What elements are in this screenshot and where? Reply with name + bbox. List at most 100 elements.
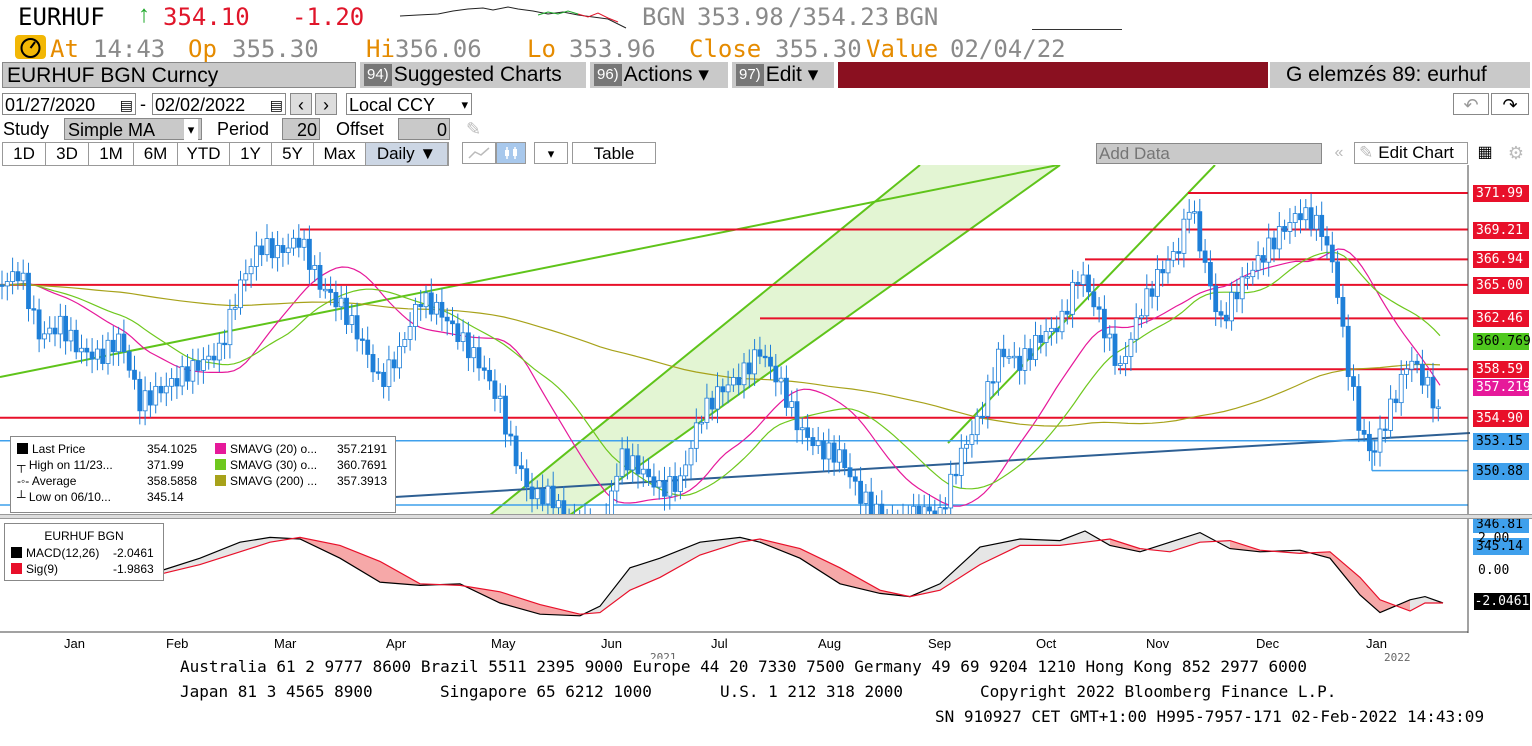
- currency-select[interactable]: Local CCY ▾: [346, 93, 472, 115]
- pencil-icon[interactable]: ✎: [466, 118, 481, 140]
- edit-menu[interactable]: 97) Edit ▾: [732, 62, 834, 88]
- candle-body: [137, 378, 143, 412]
- year-label-2022: 2022: [1384, 651, 1411, 661]
- chart-legend[interactable]: Last Price 354.1025 ┬ High on 11/23... 3…: [10, 436, 396, 513]
- high-marker-icon: ┬: [17, 458, 29, 472]
- candle-body: [847, 467, 853, 478]
- offset-input[interactable]: 0: [398, 118, 450, 140]
- candle-body: [953, 473, 959, 477]
- candle-body: [640, 468, 646, 475]
- macd-legend[interactable]: EURHUF BGN MACD(12,26) -2.0461 Sig(9) -1…: [4, 523, 164, 581]
- macd-line: [159, 530, 1444, 617]
- month-label: Oct: [1036, 636, 1057, 651]
- macd-chart[interactable]: [0, 519, 1532, 633]
- candle-body: [121, 333, 127, 353]
- tab-6m[interactable]: 6M: [134, 143, 178, 165]
- redo-button[interactable]: ↷: [1491, 93, 1529, 115]
- tab-1m[interactable]: 1M: [89, 143, 134, 165]
- tab-max[interactable]: Max: [314, 143, 366, 165]
- legend-high-value: 371.99: [147, 458, 184, 472]
- line-chart-icon[interactable]: [462, 142, 496, 164]
- candle-body: [667, 476, 673, 497]
- price-tag-9: 353.15: [1473, 432, 1529, 450]
- collapse-icon[interactable]: «: [1326, 142, 1352, 164]
- actions-menu[interactable]: 96) Actions ▾: [590, 62, 728, 88]
- security-field[interactable]: EURHUF BGN Curncy: [2, 62, 356, 88]
- candle-body: [349, 315, 355, 325]
- candle-body: [1393, 398, 1399, 404]
- legend-average-label: Average: [31, 474, 77, 488]
- start-date-text: 01/27/2020: [5, 95, 96, 115]
- next-range-button[interactable]: ›: [315, 93, 337, 115]
- undo-button[interactable]: ↶: [1453, 93, 1489, 115]
- prev-range-button[interactable]: ‹: [290, 93, 312, 115]
- end-date-input[interactable]: 02/02/2022 ▤: [152, 93, 286, 115]
- tab-3d[interactable]: 3D: [46, 143, 89, 165]
- chart-name[interactable]: G elemzés 89: eurhuf: [1270, 62, 1530, 88]
- candle-body: [285, 247, 291, 253]
- candle-body: [561, 500, 567, 515]
- speedometer-icon[interactable]: [15, 35, 46, 59]
- pencil-icon: ✎: [1359, 143, 1374, 162]
- candle-body: [550, 485, 556, 509]
- candle-body: [635, 455, 641, 475]
- period-input[interactable]: 20: [282, 118, 320, 140]
- calendar-icon[interactable]: ▤: [120, 94, 133, 116]
- tab-1y[interactable]: 1Y: [230, 143, 272, 165]
- candle-body: [1033, 335, 1038, 360]
- candle-body: [556, 500, 561, 509]
- candle-body: [248, 266, 254, 275]
- candle-body: [42, 333, 47, 340]
- candle-body: [1128, 338, 1134, 357]
- candle-body: [200, 359, 206, 371]
- close-label: Close: [689, 35, 762, 63]
- candle-body: [280, 245, 286, 253]
- candle-body: [15, 271, 21, 282]
- month-label: Nov: [1146, 636, 1170, 651]
- candle-body: [1356, 386, 1362, 431]
- candle-body: [370, 354, 376, 373]
- ticker-symbol: EURHUF: [18, 3, 105, 31]
- candle-chart-icon[interactable]: [496, 142, 526, 164]
- suggested-charts-button[interactable]: 94) Suggested Charts: [360, 62, 586, 88]
- chevron-down-icon[interactable]: ▾: [534, 142, 568, 164]
- ask-price: /354.23: [788, 3, 890, 31]
- calendar-icon[interactable]: ▤: [270, 94, 283, 116]
- candle-body: [1372, 450, 1378, 453]
- candle-body: [57, 315, 63, 335]
- high-label: Hi: [366, 35, 395, 63]
- tab-1d[interactable]: 1D: [3, 143, 46, 165]
- candle-body: [1404, 368, 1409, 375]
- footer-us: U.S. 1 212 318 2000: [720, 682, 904, 701]
- chevron-down-icon: ▾: [461, 97, 468, 112]
- footer-singapore: Singapore 65 6212 1000: [440, 682, 652, 701]
- start-date-input[interactable]: 01/27/2020 ▤: [2, 93, 136, 115]
- low-label: Lo: [527, 35, 556, 63]
- edit-chart-button[interactable]: ✎ Edit Chart: [1354, 142, 1468, 164]
- candle-body: [1080, 274, 1086, 285]
- price-tag-4: 362.46: [1473, 310, 1529, 328]
- candle-body: [805, 427, 810, 438]
- candle-body: [73, 329, 79, 353]
- macd-value: -2.0461: [113, 546, 154, 560]
- candle-body: [614, 475, 620, 492]
- candle-body: [868, 491, 874, 515]
- candle-body: [397, 346, 402, 369]
- chart-settings-icon[interactable]: ▦: [1472, 142, 1498, 164]
- tab-5y[interactable]: 5Y: [272, 143, 314, 165]
- candle-body: [1229, 291, 1234, 322]
- table-button[interactable]: Table: [572, 142, 656, 164]
- candle-body: [328, 288, 334, 293]
- gear-icon[interactable]: ⚙: [1502, 142, 1530, 164]
- candle-body: [1250, 269, 1256, 278]
- tab-ytd[interactable]: YTD: [178, 143, 230, 165]
- high-value: 356.06: [395, 35, 482, 63]
- candle-body: [736, 377, 742, 386]
- frequency-select[interactable]: Daily ▼: [366, 143, 448, 165]
- candle-body: [423, 292, 429, 308]
- legend-last-value: 354.1025: [147, 442, 198, 456]
- candle-body: [1361, 430, 1367, 435]
- study-select[interactable]: Simple MA ▾: [64, 118, 202, 141]
- add-data-input[interactable]: [1096, 143, 1322, 164]
- candle-body: [858, 480, 863, 504]
